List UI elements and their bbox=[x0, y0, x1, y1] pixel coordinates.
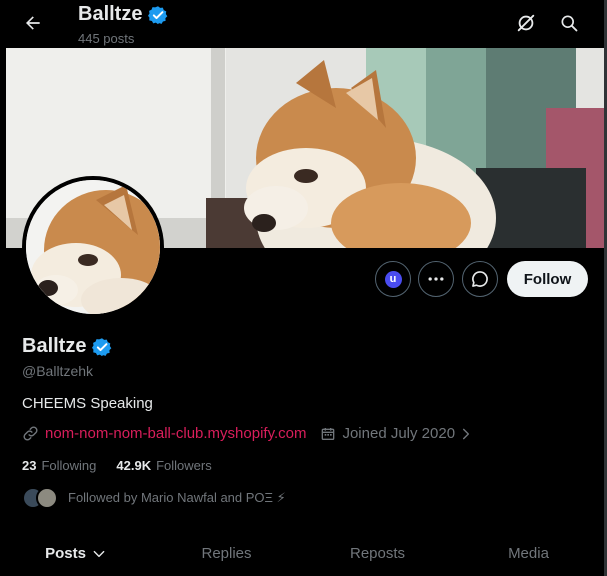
profile-meta: nom-nom-nom-ball-club.myshopify.com Join… bbox=[22, 425, 473, 442]
follower-avatar bbox=[36, 487, 58, 509]
tab-replies[interactable]: Replies bbox=[151, 535, 302, 576]
grok-button[interactable] bbox=[511, 8, 541, 38]
website-link[interactable]: nom-nom-nom-ball-club.myshopify.com bbox=[45, 425, 306, 442]
arrow-left-icon bbox=[26, 16, 40, 30]
tab-reposts-label: Reposts bbox=[349, 545, 406, 562]
more-icon bbox=[428, 277, 444, 281]
tab-replies-label: Replies bbox=[201, 545, 252, 562]
calendar-icon bbox=[322, 427, 335, 440]
followed-by-row[interactable]: Followed by Mario Nawfal and POΞ ⚡ bbox=[22, 487, 286, 509]
search-button[interactable] bbox=[554, 8, 584, 38]
profile-tabs: Posts Replies Reposts Media bbox=[0, 535, 604, 576]
profile-name: Balltze bbox=[22, 335, 112, 358]
avatar[interactable] bbox=[22, 176, 164, 318]
followers-count: 42.9K bbox=[116, 458, 152, 473]
more-button[interactable] bbox=[418, 261, 454, 297]
tab-media[interactable]: Media bbox=[453, 535, 604, 576]
joined-date[interactable]: Joined July 2020 bbox=[320, 425, 473, 442]
search-icon bbox=[561, 15, 578, 32]
chevron-down-icon bbox=[92, 547, 106, 561]
slashed-circle-icon bbox=[517, 14, 535, 32]
profile-stats: 23 Following 42.9K Followers bbox=[22, 458, 232, 473]
tab-posts[interactable]: Posts bbox=[0, 535, 151, 576]
following-stat[interactable]: 23 Following bbox=[22, 458, 96, 473]
top-header: Balltze 445 posts bbox=[0, 0, 604, 48]
u-badge: u bbox=[384, 270, 402, 288]
verified-badge-icon[interactable] bbox=[92, 337, 112, 357]
message-icon bbox=[472, 271, 488, 287]
tab-posts-label: Posts bbox=[45, 545, 86, 562]
chevron-right-icon bbox=[463, 428, 470, 439]
following-label: Following bbox=[41, 458, 97, 473]
joined-label: Joined July 2020 bbox=[342, 425, 456, 442]
tab-reposts[interactable]: Reposts bbox=[302, 535, 453, 576]
tab-media-label: Media bbox=[508, 545, 549, 562]
header-name: Balltze bbox=[78, 3, 143, 25]
link-icon bbox=[23, 426, 38, 441]
display-name: Balltze bbox=[22, 335, 87, 357]
following-count: 23 bbox=[22, 458, 37, 473]
profile-bio: CHEEMS Speaking bbox=[22, 395, 153, 412]
back-button[interactable] bbox=[18, 8, 48, 38]
follow-button[interactable]: Follow bbox=[507, 261, 588, 297]
verified-badge-icon bbox=[148, 5, 168, 24]
followed-by-text: Followed by Mario Nawfal and POΞ ⚡ bbox=[68, 490, 286, 505]
header-title: Balltze bbox=[78, 3, 168, 26]
avatar-image bbox=[26, 180, 160, 314]
message-button[interactable] bbox=[462, 261, 498, 297]
header-posts-count: 445 posts bbox=[78, 31, 135, 46]
profile-page: Balltze 445 posts u Follow Balltze @Ball… bbox=[0, 0, 607, 576]
subscribe-app-button[interactable]: u bbox=[375, 261, 411, 297]
followers-label: Followers bbox=[156, 458, 212, 473]
profile-handle: @Balltzehk bbox=[22, 363, 94, 379]
followers-stat[interactable]: 42.9K Followers bbox=[116, 458, 211, 473]
